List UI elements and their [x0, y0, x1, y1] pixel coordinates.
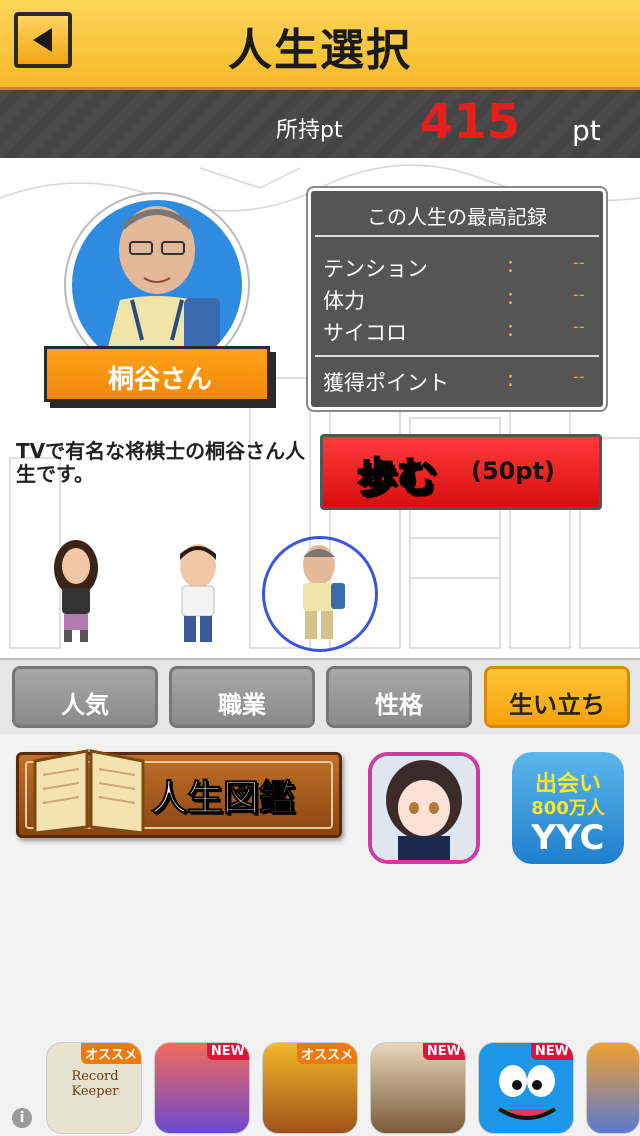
record-label: サイコロ: [323, 321, 407, 345]
header-bar: 人生選択: [0, 0, 640, 90]
tab-upbringing[interactable]: 生い立ち: [484, 666, 630, 728]
tab-label: 人気: [61, 691, 109, 719]
divider: [315, 355, 599, 357]
record-title: この人生の最高記録: [367, 205, 547, 229]
record-row-points: 獲得ポイント : --: [323, 367, 593, 397]
tab-popular[interactable]: 人気: [12, 666, 158, 728]
record-label: テンション: [323, 257, 428, 281]
ad-badge: NEW: [422, 1043, 465, 1060]
record-value: --: [573, 285, 585, 304]
page-title: 人生選択: [228, 25, 412, 76]
ad-app-4[interactable]: NEW: [370, 1042, 466, 1134]
life-detail-panel: 桐谷さん この人生の最高記録 テンション : -- 体力 : -- サイコロ :…: [0, 158, 640, 658]
life-encyclopedia-button[interactable]: 人生図鑑: [16, 749, 342, 838]
zukan-label: 人生図鑑: [150, 778, 296, 820]
record-colon: :: [507, 253, 515, 277]
ad-app-5[interactable]: NEW: [478, 1042, 574, 1134]
ad-app-name: Record Keeper: [71, 1069, 119, 1099]
record-colon: :: [507, 285, 515, 309]
yyc-app-icon[interactable]: 出会い 800万人 YYC: [512, 752, 624, 864]
record-row-dice: サイコロ : --: [323, 317, 593, 347]
book-icon: [33, 749, 145, 835]
record-value: --: [573, 317, 585, 336]
record-colon: :: [507, 317, 515, 341]
anime-girl-icon: [372, 756, 476, 860]
record-value: --: [573, 367, 585, 386]
selected-character-ring[interactable]: [262, 536, 378, 652]
yyc-line3: YYC: [531, 818, 605, 858]
ad-app-1[interactable]: Record Keeper オススメ: [46, 1042, 142, 1134]
record-label: 獲得ポイント: [323, 371, 449, 395]
record-row-stamina: 体力 : --: [323, 285, 593, 315]
ad-badge: NEW: [206, 1043, 249, 1060]
best-record-panel: この人生の最高記録 テンション : -- 体力 : -- サイコロ : -- 獲…: [308, 188, 606, 410]
tab-personality[interactable]: 性格: [326, 666, 472, 728]
character-name-plate: 桐谷さん: [44, 346, 270, 402]
ad-badge: NEW: [530, 1043, 573, 1060]
tab-occupation[interactable]: 職業: [169, 666, 315, 728]
tab-label: 性格: [375, 691, 423, 719]
kiritani-portrait-icon: [102, 206, 220, 370]
walk-button[interactable]: 歩む (50pt): [320, 434, 602, 510]
points-unit: pt: [572, 114, 601, 147]
character-name: 桐谷さん: [107, 365, 212, 395]
yyc-line2: 800万人: [531, 798, 605, 819]
walk-label: 歩む: [356, 454, 438, 502]
record-row-tension: テンション : --: [323, 253, 593, 283]
tab-label: 職業: [218, 691, 266, 719]
record-colon: :: [507, 367, 515, 391]
woman-character[interactable]: [48, 538, 104, 644]
anime-girl-app-icon[interactable]: [368, 752, 480, 864]
ad-banner-bar: i Record Keeper オススメ NEW オススメ NEW NEW: [0, 1036, 640, 1136]
ad-app-2[interactable]: NEW: [154, 1042, 250, 1134]
ad-badge: オススメ: [296, 1043, 357, 1064]
ad-app-3[interactable]: オススメ: [262, 1042, 358, 1134]
tab-label: 生い立ち: [509, 691, 605, 719]
record-value: --: [573, 253, 585, 272]
info-icon[interactable]: i: [12, 1108, 32, 1128]
record-label: 体力: [323, 289, 365, 313]
character-description: TVで有名な将棋士の桐谷さん人生です。: [16, 439, 306, 486]
man-character[interactable]: [170, 542, 226, 646]
divider: [315, 235, 599, 237]
walk-cost: (50pt): [471, 457, 555, 485]
category-tabs: 人気 職業 性格 生い立ち: [0, 658, 640, 734]
points-label: 所持pt: [276, 118, 343, 143]
points-value: 415: [420, 94, 521, 150]
ad-app-6[interactable]: [586, 1042, 640, 1134]
ad-badge: オススメ: [80, 1043, 141, 1064]
kiritani-character: [303, 545, 345, 639]
points-bar: 所持pt 415 pt: [0, 90, 640, 158]
